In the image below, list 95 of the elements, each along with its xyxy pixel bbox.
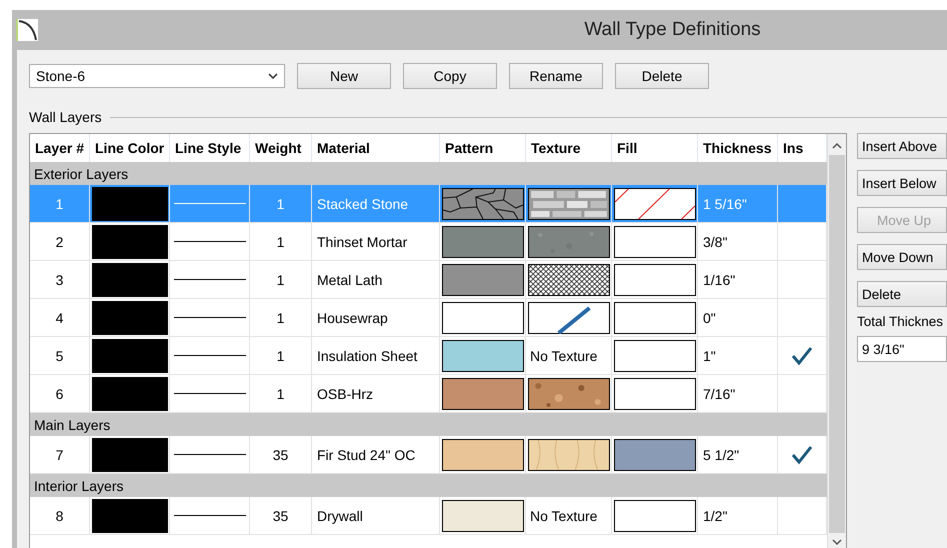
side-button[interactable]: Insert Above [857, 133, 947, 159]
table-cell: 1" [698, 337, 778, 374]
side-button[interactable]: Move Down [857, 244, 947, 270]
table-cell: Metal Lath [312, 261, 440, 298]
layer-row[interactable]: 5 1 Insulation Sheet No Texture 1" [30, 337, 827, 375]
texture-swatch[interactable] [528, 264, 610, 296]
total-thickness-label: Total Thicknes [857, 314, 944, 329]
pattern-swatch[interactable] [442, 226, 524, 258]
layer-row[interactable]: 2 1 Thinset Mortar 3/8" [30, 223, 827, 261]
line-color-swatch[interactable] [92, 224, 168, 258]
table-cell: 1 [250, 337, 312, 374]
texture-swatch[interactable] [528, 302, 610, 334]
chevron-down-icon [268, 72, 278, 80]
fill-swatch[interactable] [614, 302, 696, 334]
table-cell: 1 5/16" [698, 185, 778, 222]
dialog-button[interactable]: Copy [403, 63, 497, 89]
section-header: Interior Layers [30, 474, 827, 497]
scroll-thumb[interactable] [829, 155, 845, 533]
fill-swatch[interactable] [614, 340, 696, 372]
line-color-swatch[interactable] [92, 438, 168, 472]
table-cell: 1 [250, 185, 312, 222]
dialog-button[interactable]: Rename [509, 63, 603, 89]
side-button[interactable]: Delete [857, 281, 947, 307]
table-cell: 7/16" [698, 375, 778, 412]
table-cell: 3 [30, 261, 90, 298]
line-color-swatch[interactable] [92, 376, 168, 410]
fill-swatch[interactable] [614, 438, 696, 470]
layer-row[interactable]: 3 1 Metal Lath 1/16" [30, 261, 827, 299]
table-cell: Stacked Stone [312, 185, 440, 222]
scroll-down-icon[interactable] [832, 539, 842, 546]
table-cell: 5 [30, 337, 90, 374]
layer-row[interactable]: 7 35 Fir Stud 24" OC 5 1/2" [30, 436, 827, 474]
table-cell: 7 [30, 436, 90, 473]
table-cell: 4 [30, 299, 90, 336]
table-cell-text: No Texture [529, 508, 598, 524]
line-color-swatch[interactable] [92, 262, 168, 296]
side-button[interactable]: Insert Below [857, 170, 947, 196]
wall-type-dropdown[interactable]: Stone-6 [29, 64, 285, 88]
checkmark-icon[interactable] [791, 444, 813, 464]
fill-swatch[interactable] [614, 264, 696, 296]
pattern-swatch[interactable] [442, 302, 524, 334]
texture-swatch[interactable] [528, 378, 610, 410]
table-cell: 3/8" [698, 223, 778, 260]
window-title: Wall Type Definitions [583, 19, 762, 41]
texture-swatch[interactable] [528, 188, 610, 220]
scrollbar[interactable] [827, 134, 846, 548]
total-thickness-field[interactable]: 9 3/16" [857, 336, 947, 362]
pattern-swatch[interactable] [442, 378, 524, 410]
checkmark-icon[interactable] [791, 346, 813, 366]
line-color-swatch[interactable] [92, 300, 168, 334]
table-cell: 8 [30, 497, 90, 534]
dialog-button[interactable]: New [297, 63, 391, 89]
fill-swatch[interactable] [614, 188, 696, 220]
table-cell: 35 [250, 497, 312, 534]
table-cell: 1/2" [698, 497, 778, 534]
table-cell: 1 [250, 299, 312, 336]
pattern-swatch[interactable] [442, 340, 524, 372]
table-cell: OSB-Hrz [312, 375, 440, 412]
table-cell: 5 1/2" [698, 436, 778, 473]
table-cell: 1 [30, 185, 90, 222]
pattern-swatch[interactable] [442, 438, 524, 470]
fill-swatch[interactable] [614, 226, 696, 258]
table-cell: 1/16" [698, 261, 778, 298]
pattern-swatch[interactable] [442, 264, 524, 296]
layer-row[interactable]: 6 1 OSB-Hrz 7/16" [30, 375, 827, 413]
table-cell: 0" [698, 299, 778, 336]
line-color-swatch[interactable] [92, 186, 168, 220]
table-cell: 35 [250, 436, 312, 473]
group-label: Wall Layers [29, 109, 102, 125]
section-header: Main Layers [30, 413, 827, 436]
pattern-swatch[interactable] [442, 188, 524, 220]
pattern-swatch[interactable] [442, 500, 524, 532]
table-cell: 1 [250, 261, 312, 298]
table-cell: 1 [250, 375, 312, 412]
table-cell: 6 [30, 375, 90, 412]
layer-row[interactable]: 8 35 Drywall No Texture 1/2" [30, 497, 827, 535]
fill-swatch[interactable] [614, 378, 696, 410]
table-cell: 2 [30, 223, 90, 260]
table-cell: Insulation Sheet [312, 337, 440, 374]
fill-swatch[interactable] [614, 500, 696, 532]
table-cell: Fir Stud 24" OC [312, 436, 440, 473]
layer-row[interactable]: 4 1 Housewrap 0" [30, 299, 827, 337]
table-cell-text: No Texture [529, 348, 598, 364]
table-cell: 1 [250, 223, 312, 260]
scroll-up-icon[interactable] [832, 142, 842, 149]
app-logo-icon [16, 19, 38, 41]
table-cell: Drywall [312, 497, 440, 534]
line-color-swatch[interactable] [92, 338, 168, 372]
dialog-button[interactable]: Delete [615, 63, 709, 89]
texture-swatch[interactable] [528, 226, 610, 258]
section-header: Exterior Layers [30, 162, 827, 185]
table-cell: Thinset Mortar [312, 223, 440, 260]
table-cell: Housewrap [312, 299, 440, 336]
texture-swatch[interactable] [528, 438, 610, 470]
line-color-swatch[interactable] [92, 498, 168, 532]
